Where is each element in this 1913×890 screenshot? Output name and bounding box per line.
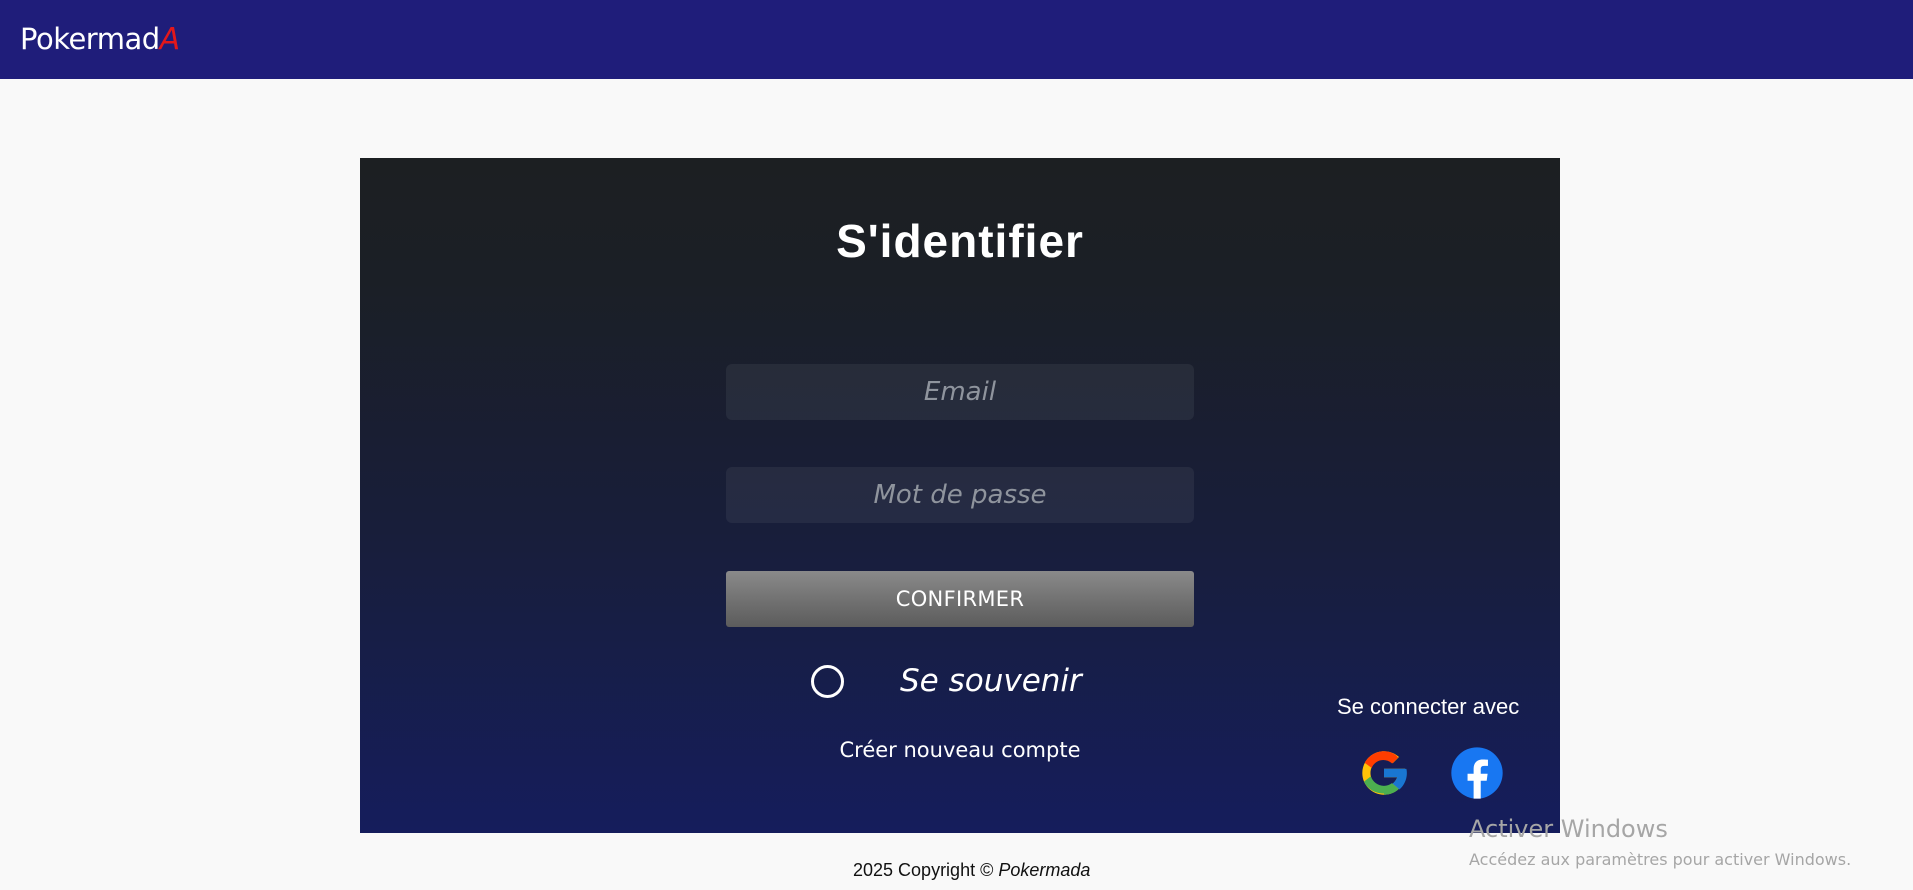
login-card: S'identifier CONFIRMER Se souvenir Créer… [360, 158, 1560, 833]
social-login-title: Se connecter avec [1337, 694, 1520, 719]
email-input[interactable] [726, 364, 1194, 420]
brand-logo[interactable]: Pokermad A [20, 22, 180, 57]
google-icon [1362, 751, 1407, 795]
confirm-button[interactable]: CONFIRMER [726, 571, 1194, 627]
top-navbar: Pokermad A [0, 0, 1913, 79]
google-login-button[interactable] [1356, 745, 1412, 801]
brand-accent-letter: A [159, 22, 181, 57]
brand-text: Pokermad [20, 22, 160, 56]
remember-label[interactable]: Se souvenir [900, 663, 1082, 699]
password-input[interactable] [726, 467, 1194, 523]
remember-radio[interactable] [811, 664, 844, 698]
page-footer: 2025 Copyright © Pokermada [853, 860, 1090, 881]
activation-watermark-subtitle: Accédez aux paramètres pour activer Wind… [1469, 850, 1852, 869]
facebook-icon [1451, 747, 1503, 799]
login-title: S'identifier [836, 215, 1084, 267]
activation-watermark-title: Activer Windows [1469, 815, 1668, 843]
facebook-login-button[interactable] [1449, 745, 1505, 801]
footer-brand: Pokermada [998, 860, 1091, 880]
footer-copyright: 2025 Copyright © [853, 860, 994, 880]
remember-me: Se souvenir [811, 663, 1082, 699]
